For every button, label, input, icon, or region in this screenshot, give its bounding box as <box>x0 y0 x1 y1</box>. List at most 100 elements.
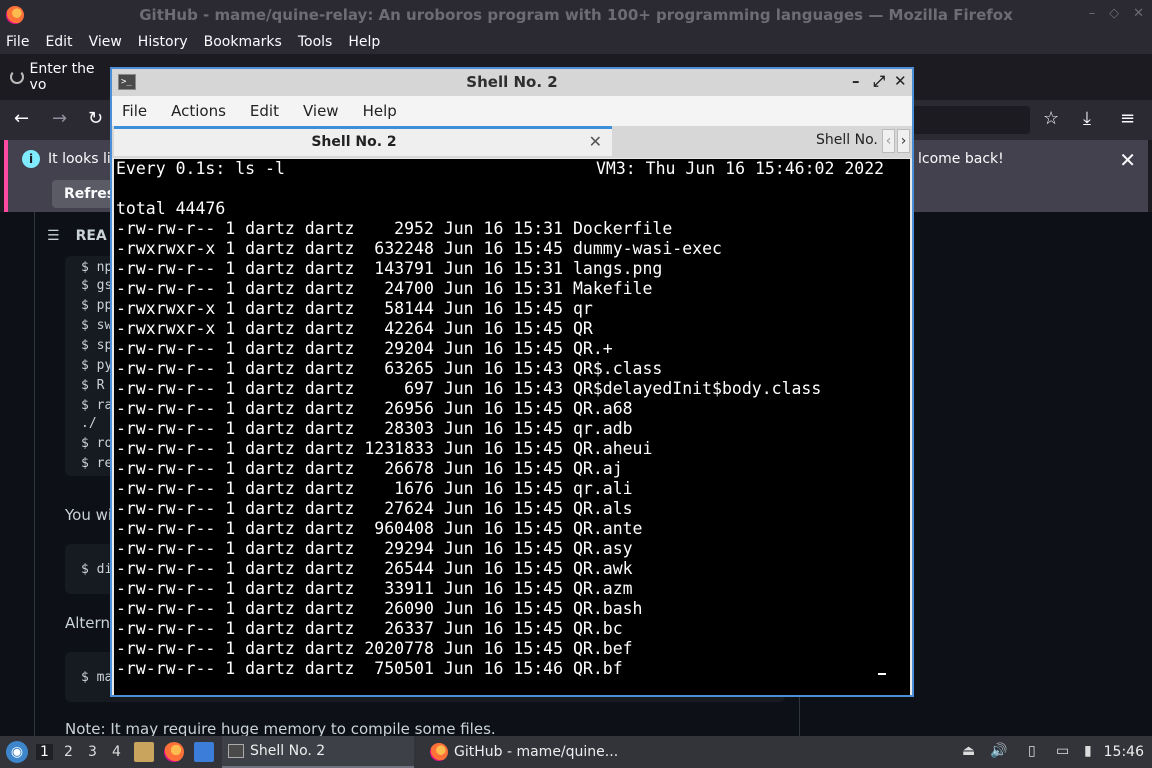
file-row: -rw-rw-r-- 1 dartz dartz 26090 Jun 16 15… <box>116 599 643 618</box>
file-row: -rw-rw-r-- 1 dartz dartz 143791 Jun 16 1… <box>116 259 663 278</box>
file-row: -rw-rw-r-- 1 dartz dartz 24700 Jun 16 15… <box>116 279 653 298</box>
code-line: $ np <box>81 260 113 275</box>
file-row: -rwxrwxr-x 1 dartz dartz 58144 Jun 16 15… <box>116 299 593 318</box>
menu-file[interactable]: File <box>6 34 29 50</box>
menu-view[interactable]: View <box>303 102 349 120</box>
code-line: ./ <box>81 416 97 431</box>
info-icon: i <box>22 150 40 168</box>
menu-file[interactable]: File <box>122 102 157 120</box>
firefox-tab[interactable]: Enter the vo <box>0 61 112 93</box>
maximize-icon[interactable]: ⤢ <box>873 72 885 90</box>
code-line: $ gs <box>81 278 113 293</box>
close-icon[interactable]: ✕ <box>1133 6 1144 21</box>
minimize-icon[interactable]: – <box>852 72 860 90</box>
chevron-right-icon[interactable]: › <box>897 129 910 153</box>
display-icon[interactable]: ▭ <box>1056 743 1069 759</box>
menu-help[interactable]: Help <box>348 34 380 50</box>
file-row: -rw-rw-r-- 1 dartz dartz 2952 Jun 16 15:… <box>116 219 673 238</box>
file-row: -rw-rw-r-- 1 dartz dartz 29294 Jun 16 15… <box>116 539 633 558</box>
menu-actions[interactable]: Actions <box>171 102 236 120</box>
close-icon[interactable]: ✕ <box>1119 148 1136 172</box>
watch-header-left: Every 0.1s: ls -l <box>116 159 285 178</box>
code-line: $ re <box>81 456 113 471</box>
file-manager-icon[interactable] <box>134 742 154 762</box>
taskbar: ◉ 1 2 3 4 Shell No. 2 GitHub - mame/quin… <box>0 736 1152 768</box>
terminal-titlebar[interactable]: >_ Shell No. 2 – ⤢ ✕ <box>112 69 912 96</box>
workspace-3[interactable]: 3 <box>88 744 97 760</box>
terminal-window: >_ Shell No. 2 – ⤢ ✕ File Actions Edit V… <box>110 67 914 697</box>
forward-icon[interactable]: → <box>52 108 67 129</box>
code-line: $ sp <box>81 338 113 353</box>
file-row: -rw-rw-r-- 1 dartz dartz 26678 Jun 16 15… <box>116 459 623 478</box>
menu-edit[interactable]: Edit <box>45 34 72 50</box>
notification-text-end: lcome back! <box>918 151 1004 167</box>
code-line: $ pp <box>81 298 113 313</box>
tab-label: Shell No. 2 <box>311 134 397 150</box>
firefox-titlebar: GitHub - mame/quine-relay: An uroboros p… <box>0 0 1152 30</box>
maximize-icon[interactable]: ◇ <box>1109 6 1119 21</box>
menu-view[interactable]: View <box>89 34 122 50</box>
file-row: -rwxrwxr-x 1 dartz dartz 42264 Jun 16 15… <box>116 319 593 338</box>
file-row: -rw-rw-r-- 1 dartz dartz 26544 Jun 16 15… <box>116 559 633 578</box>
task-shell[interactable]: Shell No. 2 <box>222 736 414 768</box>
clock: 15:46 <box>1103 744 1144 760</box>
terminal-window-title: Shell No. 2 <box>466 73 558 91</box>
file-row: -rw-rw-r-- 1 dartz dartz 33911 Jun 16 15… <box>116 579 633 598</box>
firefox-window-title: GitHub - mame/quine-relay: An uroboros p… <box>139 6 1013 24</box>
start-menu-icon[interactable]: ◉ <box>6 741 28 763</box>
download-icon[interactable]: ⤓ <box>1083 108 1091 129</box>
file-row: -rw-rw-r-- 1 dartz dartz 29204 Jun 16 15… <box>116 339 613 358</box>
chevron-left-icon[interactable]: ‹ <box>882 129 895 153</box>
code-line: $ sw <box>81 318 113 333</box>
file-row: -rw-rw-r-- 1 dartz dartz 960408 Jun 16 1… <box>116 519 643 538</box>
readme-label: REA <box>75 228 107 244</box>
close-tab-icon[interactable]: ✕ <box>589 132 602 151</box>
minimize-icon[interactable]: – <box>1089 6 1096 21</box>
code-line: $ ma <box>81 670 113 685</box>
terminal-icon <box>228 744 244 758</box>
file-row: -rw-rw-r-- 1 dartz dartz 1231833 Jun 16 … <box>116 439 653 458</box>
bookmark-star-icon[interactable]: ☆ <box>1043 108 1059 129</box>
list-icon[interactable]: ☰ <box>47 228 60 244</box>
firefox-tab-label: Enter the vo <box>29 61 95 93</box>
notification-text: It looks lik <box>48 151 119 167</box>
volume-icon[interactable]: 🔊 <box>990 743 1007 759</box>
firefox-menubar: File Edit View History Bookmarks Tools H… <box>0 30 1152 54</box>
file-row: -rw-rw-r-- 1 dartz dartz 27624 Jun 16 15… <box>116 499 633 518</box>
ls-total: total 44476 <box>116 199 226 218</box>
workspace-4[interactable]: 4 <box>112 744 121 760</box>
reload-icon[interactable]: ↻ <box>88 108 103 129</box>
file-row: -rw-rw-r-- 1 dartz dartz 1676 Jun 16 15:… <box>116 479 633 498</box>
tab-shell-other[interactable]: Shell No. <box>816 132 878 148</box>
file-row: -rw-rw-r-- 1 dartz dartz 697 Jun 16 15:4… <box>116 379 822 398</box>
desktop-icon[interactable] <box>194 742 214 762</box>
menu-bookmarks[interactable]: Bookmarks <box>204 34 282 50</box>
clipboard-icon[interactable]: ▯ <box>1028 743 1036 759</box>
task-firefox[interactable]: GitHub - mame/quine... <box>424 736 624 768</box>
terminal-screen[interactable]: Every 0.1s: ls -l VM3: Thu Jun 16 15:46:… <box>114 159 910 695</box>
file-row: -rwxrwxr-x 1 dartz dartz 632248 Jun 16 1… <box>116 239 722 258</box>
code-line: $ ro <box>81 436 113 451</box>
firefox-launcher-icon[interactable] <box>164 742 184 762</box>
code-line: $ di <box>81 562 113 577</box>
back-icon[interactable]: ← <box>14 108 29 129</box>
eject-icon[interactable]: ⏏ <box>962 743 975 759</box>
menu-history[interactable]: History <box>138 34 188 50</box>
file-row: -rw-rw-r-- 1 dartz dartz 26337 Jun 16 15… <box>116 619 623 638</box>
watch-header-right: VM3: Thu Jun 16 15:46:02 2022 <box>596 159 885 178</box>
menu-edit[interactable]: Edit <box>250 102 289 120</box>
workspace-2[interactable]: 2 <box>64 744 73 760</box>
hamburger-menu-icon[interactable]: ≡ <box>1120 108 1135 129</box>
readme-text: You wi <box>65 506 113 524</box>
menu-tools[interactable]: Tools <box>298 34 333 50</box>
close-icon[interactable]: ✕ <box>894 72 907 90</box>
network-icon[interactable]: ▮ <box>1084 743 1092 759</box>
file-row: -rw-rw-r-- 1 dartz dartz 63265 Jun 16 15… <box>116 359 663 378</box>
task-shell-label: Shell No. 2 <box>250 743 326 759</box>
task-firefox-label: GitHub - mame/quine... <box>454 744 619 760</box>
url-bar[interactable] <box>910 106 1030 134</box>
workspace-1[interactable]: 1 <box>36 744 53 760</box>
tab-shell-2[interactable]: Shell No. 2 ✕ <box>114 126 612 156</box>
readme-header: ☰ REA <box>47 228 107 244</box>
menu-help[interactable]: Help <box>363 102 407 120</box>
